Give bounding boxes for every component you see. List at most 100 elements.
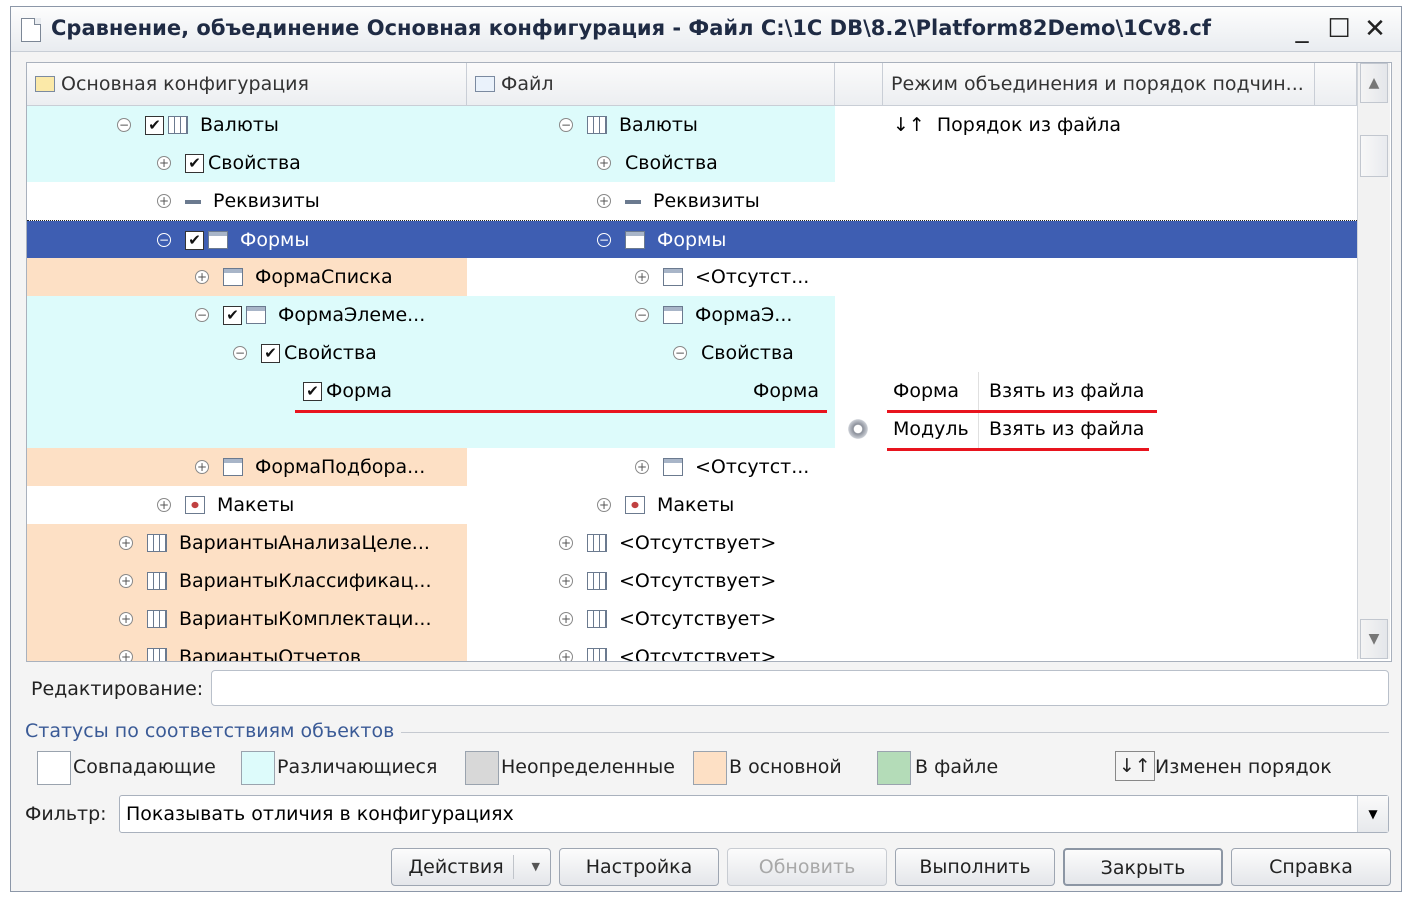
expand-icon[interactable]: +: [157, 156, 171, 170]
expand-icon[interactable]: +: [635, 270, 649, 284]
scroll-down-button[interactable]: ▼: [1360, 619, 1388, 659]
table-row[interactable]: + ✔ Свойства + Свойства: [27, 144, 1357, 182]
catalog-icon: [147, 610, 167, 628]
maximize-button[interactable]: ☐: [1323, 13, 1355, 45]
expand-icon[interactable]: +: [559, 574, 573, 588]
collapse-icon[interactable]: −: [559, 118, 573, 132]
checkbox[interactable]: ✔: [223, 305, 242, 325]
merge-mode-value[interactable]: Взять из файла: [989, 410, 1144, 448]
group-divider: [401, 732, 1389, 733]
expand-icon[interactable]: +: [597, 498, 611, 512]
catalog-icon: [587, 648, 607, 661]
merge-property-name: Форма: [893, 380, 960, 402]
column-header-main[interactable]: Основная конфигурация: [27, 63, 467, 105]
order-changed-icon: ↓↑: [1115, 751, 1155, 781]
collapse-icon[interactable]: −: [635, 308, 649, 322]
close-window-button[interactable]: ✕: [1359, 13, 1391, 45]
forms-icon: [208, 231, 228, 249]
catalog-icon: [587, 572, 607, 590]
table-row[interactable]: + ВариантыКомплектаци... + <Отсутствует>: [27, 600, 1357, 638]
editing-field[interactable]: [211, 670, 1389, 706]
filter-select[interactable]: Показывать отличия в конфигурациях ▼: [119, 795, 1389, 833]
table-row[interactable]: + Реквизиты + Реквизиты: [27, 182, 1357, 220]
status-swatch-in-file: [877, 751, 911, 785]
expand-icon[interactable]: +: [559, 650, 573, 661]
form-icon: [663, 268, 683, 286]
collapse-icon[interactable]: −: [117, 118, 131, 132]
table-row[interactable]: + ФормаПодбора... + <Отсутст...: [27, 448, 1357, 486]
execute-button[interactable]: Выполнить: [895, 848, 1055, 886]
expand-icon[interactable]: +: [157, 498, 171, 512]
configuration-icon: [35, 76, 55, 92]
table-row[interactable]: − ✔ Валюты − Валюты ↓↑ Порядок из файла: [27, 106, 1357, 144]
expand-icon[interactable]: +: [119, 536, 133, 550]
status-label-undefined: Неопределенные: [501, 756, 675, 778]
annotation-underline: [887, 410, 1157, 413]
table-row[interactable]: + ВариантыАнализаЦеле... + <Отсутствует>: [27, 524, 1357, 562]
status-swatch-matching: [37, 751, 71, 785]
checkbox[interactable]: ✔: [303, 381, 322, 401]
collapse-icon[interactable]: −: [195, 308, 209, 322]
order-icon: ↓↑: [893, 114, 925, 136]
expand-icon[interactable]: +: [195, 270, 209, 284]
status-label-matching: Совпадающие: [73, 756, 216, 778]
collapse-icon[interactable]: −: [673, 346, 687, 360]
table-row[interactable]: − ✔ Свойства − Свойства: [27, 334, 1357, 372]
catalog-icon: [147, 572, 167, 590]
table-row-selected[interactable]: − ✔ Формы − Формы: [27, 220, 1357, 259]
checkbox[interactable]: ✔: [261, 343, 280, 363]
checkbox[interactable]: ✔: [185, 230, 204, 250]
expand-icon[interactable]: +: [119, 650, 133, 661]
column-header-mode[interactable]: Режим объединения и порядок подчин...: [883, 63, 1315, 105]
form-icon: [663, 458, 683, 476]
table-row[interactable]: − ✔ ФормаЭлеме... − ФормаЭ...: [27, 296, 1357, 334]
column-header-extra[interactable]: [1315, 63, 1357, 105]
status-label-in-main: В основной: [729, 756, 842, 778]
checkbox[interactable]: ✔: [145, 115, 164, 135]
scroll-thumb[interactable]: [1360, 135, 1388, 177]
comparison-tree-grid[interactable]: Основная конфигурация Файл Режим объедин…: [26, 62, 1392, 662]
table-row[interactable]: + Макеты + Макеты: [27, 486, 1357, 524]
table-row[interactable]: + ФормаСписка + <Отсутст...: [27, 258, 1357, 296]
gear-icon: [847, 418, 869, 440]
chevron-down-icon[interactable]: ▼: [1357, 796, 1388, 832]
table-row[interactable]: ✔ Форма Форма Форма Взять из файла: [27, 372, 1357, 410]
editing-label: Редактирование:: [31, 678, 204, 700]
expand-icon[interactable]: +: [119, 612, 133, 626]
status-label-differing: Различающиеся: [277, 756, 438, 778]
collapse-icon[interactable]: −: [157, 233, 171, 247]
vertical-scrollbar[interactable]: ▲ ▼: [1357, 63, 1390, 659]
expand-icon[interactable]: +: [157, 194, 171, 208]
expand-icon[interactable]: +: [635, 460, 649, 474]
expand-icon[interactable]: +: [559, 536, 573, 550]
close-button[interactable]: Закрыть: [1063, 848, 1223, 886]
attributes-icon: [625, 200, 641, 204]
expand-icon[interactable]: +: [119, 574, 133, 588]
refresh-button[interactable]: Обновить: [727, 848, 887, 886]
chevron-down-icon[interactable]: ▼: [532, 849, 540, 885]
table-row[interactable]: Модуль Взять из файла: [27, 410, 1357, 448]
settings-button[interactable]: Настройка: [559, 848, 719, 886]
collapse-icon[interactable]: −: [233, 346, 247, 360]
catalog-icon: [147, 534, 167, 552]
status-label-in-file: В файле: [915, 756, 999, 778]
expand-icon[interactable]: +: [195, 460, 209, 474]
templates-icon: [185, 496, 205, 514]
help-button[interactable]: Справка: [1231, 848, 1391, 886]
table-row[interactable]: + ВариантыКлассификац... + <Отсутствует>: [27, 562, 1357, 600]
expand-icon[interactable]: +: [597, 156, 611, 170]
expand-icon[interactable]: +: [559, 612, 573, 626]
actions-button[interactable]: Действия ▼: [391, 848, 551, 886]
checkbox[interactable]: ✔: [185, 153, 204, 173]
merge-mode-value[interactable]: Взять из файла: [989, 372, 1144, 410]
scroll-up-button[interactable]: ▲: [1360, 63, 1388, 103]
expand-icon[interactable]: +: [597, 194, 611, 208]
minimize-button[interactable]: _: [1286, 13, 1318, 45]
status-swatch-undefined: [465, 751, 499, 785]
column-header-file[interactable]: Файл: [467, 63, 835, 105]
column-header-state[interactable]: [835, 63, 883, 105]
collapse-icon[interactable]: −: [597, 233, 611, 247]
filter-label: Фильтр:: [25, 803, 107, 825]
catalog-icon: [587, 610, 607, 628]
table-row[interactable]: + ВариантыОтчетов + <Отсутствует>: [27, 638, 1357, 661]
